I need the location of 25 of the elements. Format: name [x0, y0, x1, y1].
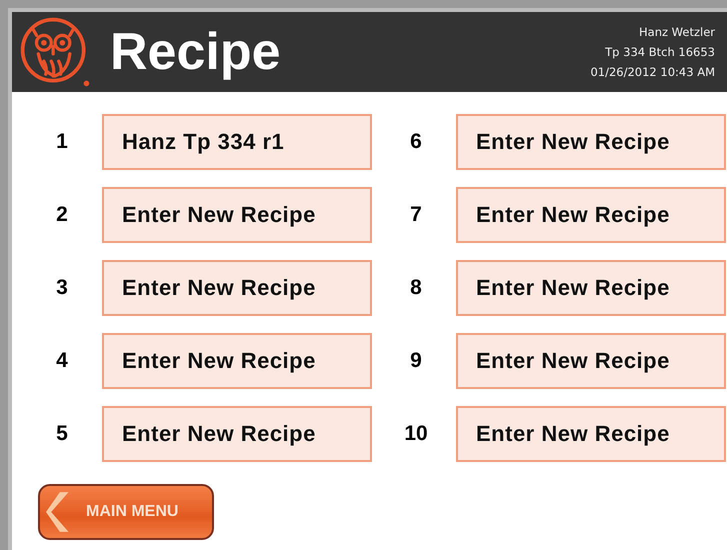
recipe-button[interactable]: Enter New Recipe	[456, 406, 726, 462]
batch-label: Tp 334 Btch 16653	[605, 44, 715, 61]
recipe-button[interactable]: Enter New Recipe	[102, 187, 372, 243]
recipe-button[interactable]: Enter New Recipe	[102, 406, 372, 462]
recipe-number: 8	[409, 276, 423, 300]
recipe-number: 7	[409, 203, 423, 227]
recipe-button[interactable]: Hanz Tp 334 r1	[102, 114, 372, 170]
recipe-number: 9	[409, 349, 423, 373]
screen-title: Recipe	[110, 22, 282, 82]
user-name: Hanz Wetzler	[639, 24, 715, 41]
recipe-button[interactable]: Enter New Recipe	[456, 114, 726, 170]
owl-logo-icon	[18, 15, 92, 89]
recipe-number: 4	[55, 349, 69, 373]
recipe-button[interactable]: Enter New Recipe	[456, 260, 726, 316]
recipe-number: 5	[55, 422, 69, 446]
recipe-button[interactable]: Enter New Recipe	[102, 260, 372, 316]
recipe-number: 6	[409, 130, 423, 154]
recipe-button[interactable]: Enter New Recipe	[102, 333, 372, 389]
recipe-button[interactable]: Enter New Recipe	[456, 333, 726, 389]
recipe-number: 1	[55, 130, 69, 154]
recipe-number: 10	[403, 422, 429, 446]
recipe-number: 2	[55, 203, 69, 227]
recipe-number: 3	[55, 276, 69, 300]
recipe-button[interactable]: Enter New Recipe	[456, 187, 726, 243]
date-time: 01/26/2012 10:43 AM	[590, 64, 715, 81]
